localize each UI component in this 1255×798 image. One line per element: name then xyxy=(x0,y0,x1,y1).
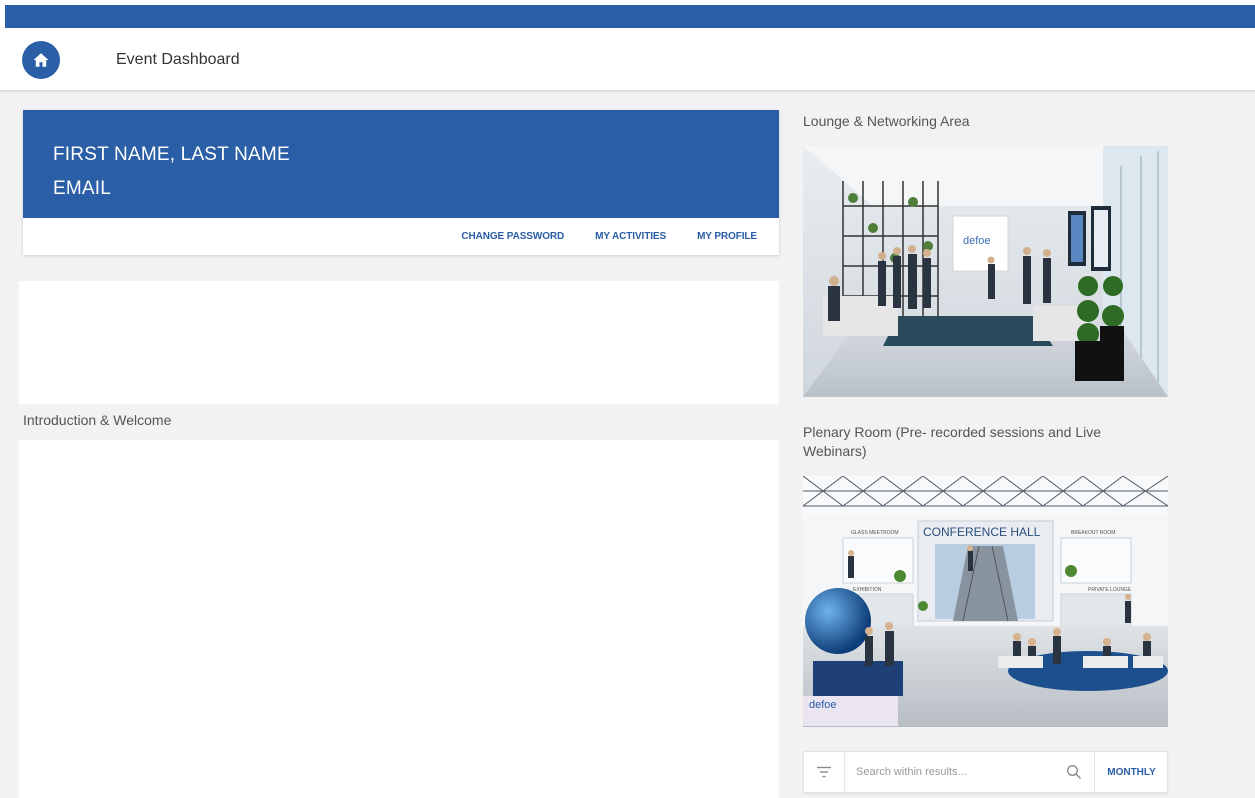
profile-links: CHANGE PASSWORD MY ACTIVITIES MY PROFILE xyxy=(461,231,757,242)
svg-text:EXHIBITION: EXHIBITION xyxy=(853,587,882,593)
profile-banner: FIRST NAME, LAST NAME EMAIL xyxy=(23,110,779,218)
search-icon[interactable] xyxy=(1066,764,1082,780)
change-password-link[interactable]: CHANGE PASSWORD xyxy=(461,231,564,242)
top-accent-stripe xyxy=(5,5,1255,28)
period-toggle-button[interactable]: MONTHLY xyxy=(1094,752,1168,792)
svg-text:PRIVATE LOUNGE: PRIVATE LOUNGE xyxy=(1088,587,1132,593)
svg-text:CONFERENCE HALL: CONFERENCE HALL xyxy=(923,525,1041,539)
plenary-room-image[interactable]: CONFERENCE HALL GLASS MEETROOM BREAKOUT … xyxy=(803,476,1168,727)
top-bar xyxy=(0,0,1255,28)
intro-section-label: Introduction & Welcome xyxy=(23,412,172,428)
plenary-section-label: Plenary Room (Pre- recorded sessions and… xyxy=(803,424,1102,459)
lounge-illustration: defoe xyxy=(803,146,1168,397)
plenary-illustration: CONFERENCE HALL GLASS MEETROOM BREAKOUT … xyxy=(803,476,1168,727)
svg-text:defoe: defoe xyxy=(963,235,991,247)
content-panel-top xyxy=(19,281,779,404)
lounge-area-image[interactable]: defoe xyxy=(803,146,1168,397)
filter-button[interactable] xyxy=(804,752,845,792)
lounge-section-label: Lounge & Networking Area xyxy=(803,113,970,129)
profile-card: FIRST NAME, LAST NAME EMAIL CHANGE PASSW… xyxy=(23,110,779,255)
page-title: Event Dashboard xyxy=(116,51,240,68)
header: Event Dashboard xyxy=(0,28,1255,91)
profile-name: FIRST NAME, LAST NAME xyxy=(53,144,290,165)
svg-text:BREAKOUT ROOM: BREAKOUT ROOM xyxy=(1071,530,1115,536)
search-bar: MONTHLY xyxy=(803,751,1168,793)
svg-text:GLASS MEETROOM: GLASS MEETROOM xyxy=(851,530,899,536)
search-input[interactable] xyxy=(856,762,1046,782)
svg-text:defoe: defoe xyxy=(809,699,837,711)
home-button[interactable] xyxy=(22,41,60,79)
filter-icon xyxy=(817,766,831,778)
intro-content-panel xyxy=(19,440,779,798)
profile-email: EMAIL xyxy=(53,178,112,199)
my-activities-link[interactable]: MY ACTIVITIES xyxy=(595,231,666,242)
home-icon xyxy=(33,53,49,67)
my-profile-link[interactable]: MY PROFILE xyxy=(697,231,757,242)
